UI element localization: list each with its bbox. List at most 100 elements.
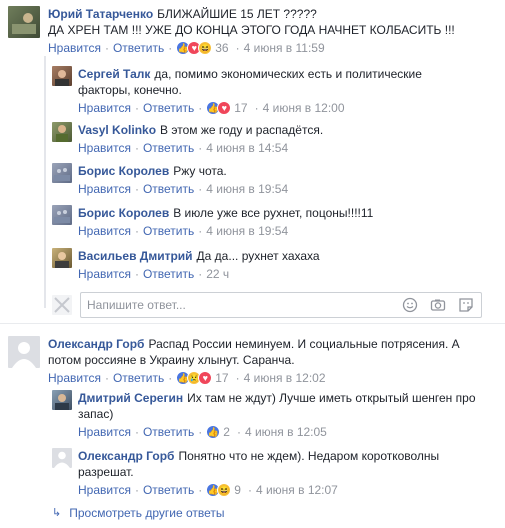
timestamp[interactable]: 4 июня в 12:00 [263, 100, 345, 116]
comment-actions: Нравится · Ответить · 22 ч [78, 266, 498, 282]
comment-actions: Нравится · Ответить · 4 июня в 19:54 [78, 223, 498, 239]
reply-link[interactable]: Ответить [143, 181, 194, 197]
comment-text: Да да... рухнет хахаха [196, 249, 320, 263]
comment-text-line2: ДА ХРЕН ТАМ !!! УЖЕ ДО КОНЦА ЭТОГО ГОДА … [48, 23, 455, 37]
avatar[interactable] [52, 448, 72, 468]
reaction-count: 17 [215, 371, 229, 385]
timestamp[interactable]: 4 июня в 12:07 [256, 482, 338, 498]
like-link[interactable]: Нравится [78, 181, 131, 197]
comment-actions: Нравится · Ответить · 4 июня в 19:54 [78, 181, 498, 197]
reply-link[interactable]: Ответить [113, 370, 164, 386]
reply-comment-7: Дмитрий Серегин Их там не ждут) Лучше име… [52, 390, 498, 440]
reply-link[interactable]: Ответить [143, 100, 194, 116]
avatar[interactable] [8, 6, 40, 38]
reactions[interactable]: 👍 😆 9 [206, 482, 241, 498]
separator: · [134, 182, 139, 196]
separator: · [134, 224, 139, 238]
author-name[interactable]: Дмитрий Серегин [78, 391, 183, 405]
reply-link[interactable]: Ответить [143, 140, 194, 156]
separator: · [254, 101, 259, 115]
comment-actions: Нравится · Ответить · 👍 2 · 4 июня в 12:05 [78, 424, 498, 440]
reply-link[interactable]: Ответить [113, 40, 164, 56]
separator: · [134, 141, 139, 155]
reply-comment-5: Васильев Дмитрий Да да... рухнет хахаха Н… [52, 248, 498, 282]
reactions[interactable]: 👍 2 [206, 424, 230, 440]
timestamp[interactable]: 4 июня в 12:05 [245, 424, 327, 440]
reply-comment-3: Борис Королев Ржу чота. Нравится · Ответит… [52, 163, 498, 197]
reactions[interactable]: 👍 ♥ 17 [206, 100, 248, 116]
timestamp[interactable]: 4 июня в 11:59 [244, 40, 325, 56]
reactions[interactable]: 👍 ♥ 😆 36 [176, 40, 229, 56]
comment-text-line2: разрешат. [78, 465, 134, 479]
reaction-count: 2 [223, 425, 230, 439]
timestamp[interactable]: 4 июня в 12:02 [244, 370, 326, 386]
reaction-count: 9 [234, 483, 241, 497]
avatar[interactable] [52, 390, 72, 410]
comment-text: Ржу чота. [173, 164, 227, 178]
avatar[interactable] [52, 205, 72, 225]
like-link[interactable]: Нравится [78, 223, 131, 239]
reaction-count: 36 [215, 41, 229, 55]
like-link[interactable]: Нравится [78, 482, 131, 498]
author-name[interactable]: Сергей Талк [78, 67, 150, 81]
author-name[interactable]: Борис Королев [78, 206, 169, 220]
avatar[interactable] [52, 163, 72, 183]
timestamp[interactable]: 4 июня в 19:54 [206, 223, 288, 239]
emoji-icon[interactable] [401, 296, 419, 314]
author-name[interactable]: Васильев Дмитрий [78, 249, 193, 263]
like-link[interactable]: Нравится [78, 424, 131, 440]
comment-text-line2: потом россияне в Украину хлынут. Саранча… [48, 353, 295, 367]
reply-comment-8: Олександр Горб Понятно что не ждем). Неда… [52, 448, 498, 498]
like-link[interactable]: Нравится [78, 100, 131, 116]
author-name[interactable]: Vasyl Kolinko [78, 123, 156, 137]
separator: · [168, 371, 173, 385]
comment-body: Борис Королев Ржу чота. Нравится · Ответит… [78, 163, 498, 197]
like-link[interactable]: Нравится [48, 370, 101, 386]
thread-line [44, 56, 46, 308]
avatar[interactable] [52, 122, 72, 142]
timestamp[interactable]: 4 июня в 19:54 [206, 181, 288, 197]
comment-body: Олександр Горб Распад России неминуем. И … [48, 336, 498, 386]
default-avatar-icon [12, 342, 36, 368]
comment-actions: Нравится · Ответить · 4 июня в 14:54 [78, 140, 498, 156]
comment-text: Понятно что не ждем). Недаром коротковол… [178, 449, 440, 463]
comment-body: Борис Королев В июле уже все рухнет, поцо… [78, 205, 498, 239]
timestamp[interactable]: 22 ч [206, 266, 229, 282]
avatar-photo-icon [55, 252, 69, 268]
avatar[interactable] [52, 66, 72, 86]
reply-link[interactable]: Ответить [143, 482, 194, 498]
separator: · [247, 483, 252, 497]
like-link[interactable]: Нравится [78, 140, 131, 156]
reply-comment-2: Vasyl Kolinko В этом же году и распадётся… [52, 122, 498, 156]
reply-comment-1: Сергей Талк да, помимо экономических есть… [52, 66, 498, 116]
reply-link[interactable]: Ответить [143, 223, 194, 239]
author-name[interactable]: Борис Королев [78, 164, 169, 178]
reply-link[interactable]: Ответить [143, 266, 194, 282]
comment-body: Юрий Татарченко БЛИЖАЙШИЕ 15 ЛЕТ ????? ДА… [48, 6, 498, 56]
reply-placeholder: Напишите ответ... [87, 298, 186, 312]
author-name[interactable]: Олександр Горб [78, 449, 174, 463]
sticker-icon[interactable] [457, 296, 475, 314]
avatar[interactable] [52, 248, 72, 268]
reply-link[interactable]: Ответить [143, 424, 194, 440]
view-more-replies-link[interactable]: ↳ Просмотреть другие ответы [52, 505, 225, 521]
camera-icon[interactable] [429, 296, 447, 314]
timestamp[interactable]: 4 июня в 14:54 [206, 140, 288, 156]
comment-text-line2: факторы, конечно. [78, 83, 182, 97]
author-name[interactable]: Юрий Татарченко [48, 7, 153, 21]
separator: · [104, 41, 109, 55]
current-user-avatar [52, 295, 72, 315]
reactions[interactable]: 👍 😢 ♥ 17 [176, 370, 229, 386]
like-link[interactable]: Нравится [48, 40, 101, 56]
comment-actions: Нравится · Ответить · 👍 😢 ♥ 17 · 4 июня в … [48, 370, 498, 386]
separator: · [198, 182, 203, 196]
reply-input[interactable]: Напишите ответ... [80, 292, 482, 318]
reply-composer: Напишите ответ... [52, 290, 482, 320]
comment-body: Дмитрий Серегин Их там не ждут) Лучше име… [78, 390, 498, 440]
comment-text: Их там не ждут) Лучше иметь открытый шен… [187, 391, 476, 405]
avatar[interactable] [8, 336, 40, 368]
author-name[interactable]: Олександр Горб [48, 337, 144, 351]
avatar-photo-icon [12, 13, 36, 34]
like-link[interactable]: Нравится [78, 266, 131, 282]
comment-0: Юрий Татарченко БЛИЖАЙШИЕ 15 ЛЕТ ????? ДА… [8, 6, 498, 56]
